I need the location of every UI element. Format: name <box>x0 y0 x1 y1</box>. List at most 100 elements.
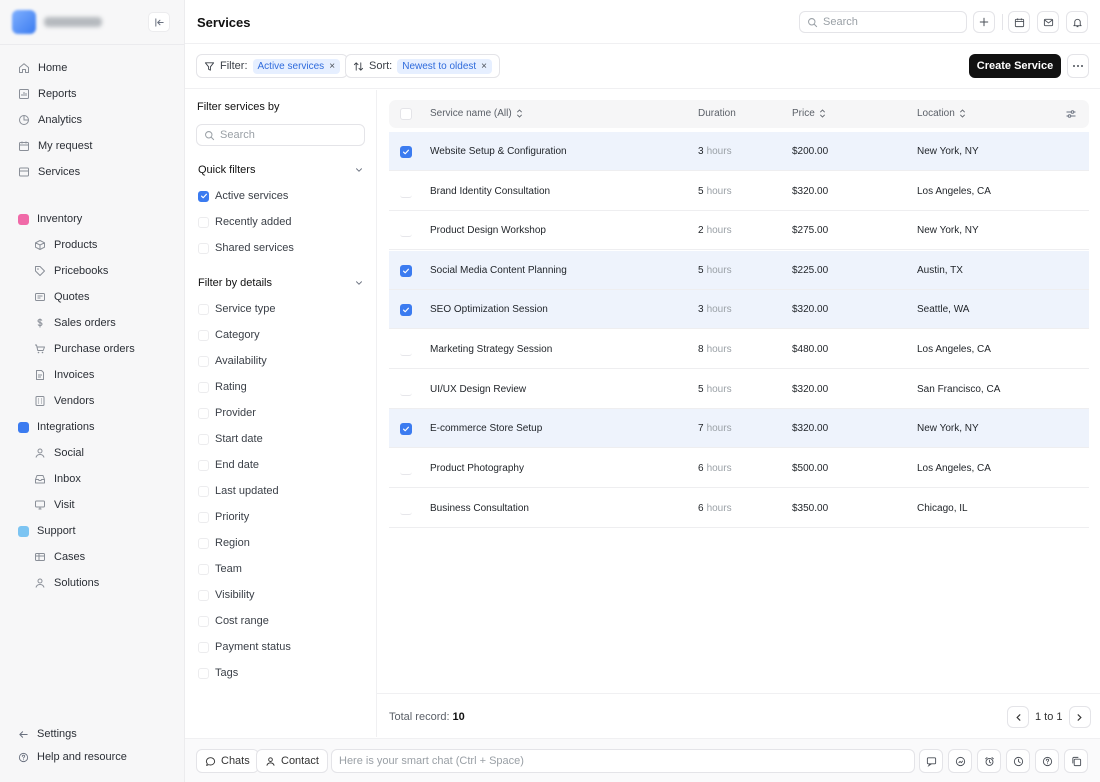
add-button[interactable] <box>973 11 995 33</box>
table-row[interactable]: E-commerce Store Setup 7 hours $320.00 Ne… <box>389 409 1089 448</box>
checkbox[interactable] <box>198 641 209 653</box>
row-checkbox[interactable] <box>400 146 412 158</box>
nav-item-analytics[interactable]: Analytics <box>18 111 82 129</box>
row-checkbox[interactable] <box>400 186 412 198</box>
table-row[interactable]: Product Photography 6 hours $500.00 Los A… <box>389 449 1089 488</box>
detail-filters-header[interactable]: Filter by details <box>198 277 364 289</box>
row-checkbox[interactable] <box>400 423 412 435</box>
row-checkbox[interactable] <box>400 344 412 356</box>
table-row[interactable]: Website Setup & Configuration 3 hours $20… <box>389 132 1089 171</box>
quick-filter-option[interactable]: Shared services <box>198 242 294 254</box>
checkbox[interactable] <box>198 485 209 497</box>
ai-assist-button[interactable] <box>948 749 972 773</box>
nav-item-home[interactable]: Home <box>18 59 67 77</box>
quick-filter-option[interactable]: Active services <box>198 190 288 202</box>
table-row[interactable]: UI/UX Design Review 5 hours $320.00 San F… <box>389 370 1089 409</box>
nav-item-vendors[interactable]: Vendors <box>34 392 94 410</box>
checkbox[interactable] <box>198 563 209 575</box>
detail-filter-option[interactable]: Rating <box>198 381 247 393</box>
filter-control[interactable]: Filter: Active services × <box>196 54 349 78</box>
history-button[interactable] <box>1006 749 1030 773</box>
table-row[interactable]: SEO Optimization Session 3 hours $320.00 … <box>389 290 1089 329</box>
calendar-button[interactable] <box>1008 11 1030 33</box>
detail-filter-option[interactable]: Payment status <box>198 641 291 653</box>
checkbox[interactable] <box>198 615 209 627</box>
column-settings-icon[interactable] <box>1065 108 1077 120</box>
nav-item-quotes[interactable]: Quotes <box>34 288 89 306</box>
checkbox[interactable] <box>198 190 209 202</box>
sort-chip[interactable]: Newest to oldest × <box>397 58 493 74</box>
checkbox[interactable] <box>198 242 209 254</box>
nav-item-social[interactable]: Social <box>34 444 84 462</box>
checkbox[interactable] <box>198 433 209 445</box>
smart-chat-input[interactable] <box>339 755 899 767</box>
row-checkbox[interactable] <box>400 265 412 277</box>
prev-page-button[interactable] <box>1007 706 1029 728</box>
detail-filter-option[interactable]: Region <box>198 537 250 549</box>
checkbox[interactable] <box>198 667 209 679</box>
detail-filter-option[interactable]: Team <box>198 563 242 575</box>
table-row[interactable]: Social Media Content Planning 5 hours $22… <box>389 251 1089 290</box>
contact-button[interactable]: Contact <box>256 749 328 773</box>
nav-item-invoices[interactable]: Invoices <box>34 366 94 384</box>
row-checkbox[interactable] <box>400 463 412 475</box>
detail-filter-option[interactable]: Visibility <box>198 589 255 601</box>
nav-item-reports[interactable]: Reports <box>18 85 77 103</box>
select-all-checkbox[interactable] <box>400 108 412 120</box>
table-row[interactable]: Marketing Strategy Session 8 hours $480.0… <box>389 330 1089 369</box>
copy-button[interactable] <box>1064 749 1088 773</box>
row-checkbox[interactable] <box>400 225 412 237</box>
settings-link[interactable]: Settings <box>18 728 77 740</box>
detail-filter-option[interactable]: Service type <box>198 303 276 315</box>
mail-button[interactable] <box>1037 11 1059 33</box>
nav-item-visit[interactable]: Visit <box>34 496 75 514</box>
more-options-button[interactable] <box>1067 54 1089 78</box>
nav-item-solutions[interactable]: Solutions <box>34 574 99 592</box>
nav-item-products[interactable]: Products <box>34 236 97 254</box>
collapse-sidebar-button[interactable] <box>148 12 170 32</box>
filter-search[interactable] <box>196 124 365 146</box>
nav-item-purchase-orders[interactable]: Purchase orders <box>34 340 135 358</box>
row-checkbox[interactable] <box>400 384 412 396</box>
create-service-button[interactable]: Create Service <box>969 54 1061 78</box>
nav-item-services[interactable]: Services <box>18 163 80 181</box>
checkbox[interactable] <box>198 511 209 523</box>
filter-search-input[interactable] <box>220 129 360 141</box>
nav-item-my-request[interactable]: My request <box>18 137 92 155</box>
row-checkbox[interactable] <box>400 503 412 515</box>
table-row[interactable]: Brand Identity Consultation 5 hours $320.… <box>389 172 1089 211</box>
send-message-button[interactable] <box>919 749 943 773</box>
nav-group-support[interactable]: Support <box>18 522 76 540</box>
detail-filter-option[interactable]: Start date <box>198 433 263 445</box>
table-row[interactable]: Business Consultation 6 hours $350.00 Chi… <box>389 489 1089 528</box>
checkbox[interactable] <box>198 355 209 367</box>
checkbox[interactable] <box>198 329 209 341</box>
sort-control[interactable]: Sort: Newest to oldest × <box>345 54 501 78</box>
remove-filter-icon[interactable]: × <box>329 61 335 72</box>
quick-filter-option[interactable]: Recently added <box>198 216 291 228</box>
detail-filter-option[interactable]: Priority <box>198 511 249 523</box>
help-link[interactable]: Help and resource <box>18 751 127 763</box>
column-header-name[interactable]: Service name (All) <box>430 108 523 119</box>
checkbox[interactable] <box>198 459 209 471</box>
detail-filter-option[interactable]: Last updated <box>198 485 279 497</box>
nav-group-inventory[interactable]: Inventory <box>18 210 82 228</box>
smart-chat-box[interactable] <box>331 749 915 773</box>
checkbox[interactable] <box>198 216 209 228</box>
nav-group-integrations[interactable]: Integrations <box>18 418 94 436</box>
notifications-button[interactable] <box>1066 11 1088 33</box>
global-search[interactable] <box>799 11 967 33</box>
detail-filter-option[interactable]: Availability <box>198 355 267 367</box>
search-input[interactable] <box>823 16 963 28</box>
checkbox[interactable] <box>198 537 209 549</box>
help-button[interactable] <box>1035 749 1059 773</box>
checkbox[interactable] <box>198 381 209 393</box>
chats-button[interactable]: Chats <box>196 749 259 773</box>
nav-item-pricebooks[interactable]: Pricebooks <box>34 262 108 280</box>
detail-filter-option[interactable]: Tags <box>198 667 238 679</box>
column-header-duration[interactable]: Duration <box>698 108 736 119</box>
checkbox[interactable] <box>198 589 209 601</box>
checkbox[interactable] <box>198 407 209 419</box>
column-header-location[interactable]: Location <box>917 108 966 119</box>
filter-chip[interactable]: Active services × <box>252 58 341 74</box>
